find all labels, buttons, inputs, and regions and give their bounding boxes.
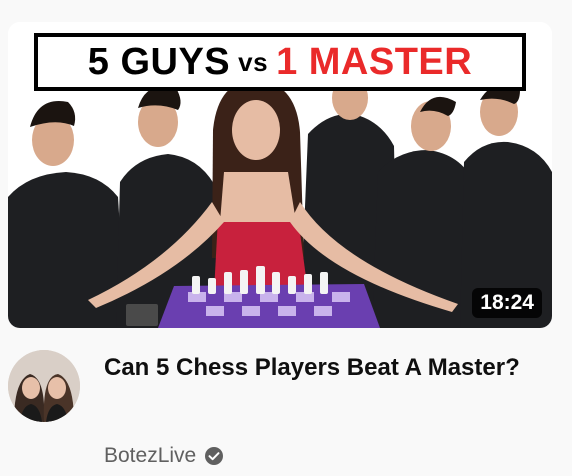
verified-check-icon <box>205 447 224 465</box>
banner-vs-text: vs <box>238 47 269 77</box>
video-meta: Can 5 Chess Players Beat A Master? Botez… <box>8 350 564 470</box>
avatar-image <box>8 350 80 422</box>
channel-row[interactable]: BotezLive <box>104 444 224 468</box>
video-thumbnail[interactable]: 5 GUYS vs 1 MASTER 18:24 <box>8 22 552 328</box>
thumbnail-banner: 5 GUYS vs 1 MASTER <box>34 33 526 91</box>
video-card[interactable]: 5 GUYS vs 1 MASTER 18:24 Can 5 Chess Pla… <box>0 0 572 476</box>
banner-left-text: 5 GUYS <box>87 41 231 83</box>
channel-name[interactable]: BotezLive <box>104 444 196 468</box>
video-title[interactable]: Can 5 Chess Players Beat A Master? <box>104 350 544 386</box>
banner-right-text: 1 MASTER <box>276 41 473 83</box>
duration-badge: 18:24 <box>472 288 542 318</box>
channel-avatar[interactable] <box>8 350 80 422</box>
